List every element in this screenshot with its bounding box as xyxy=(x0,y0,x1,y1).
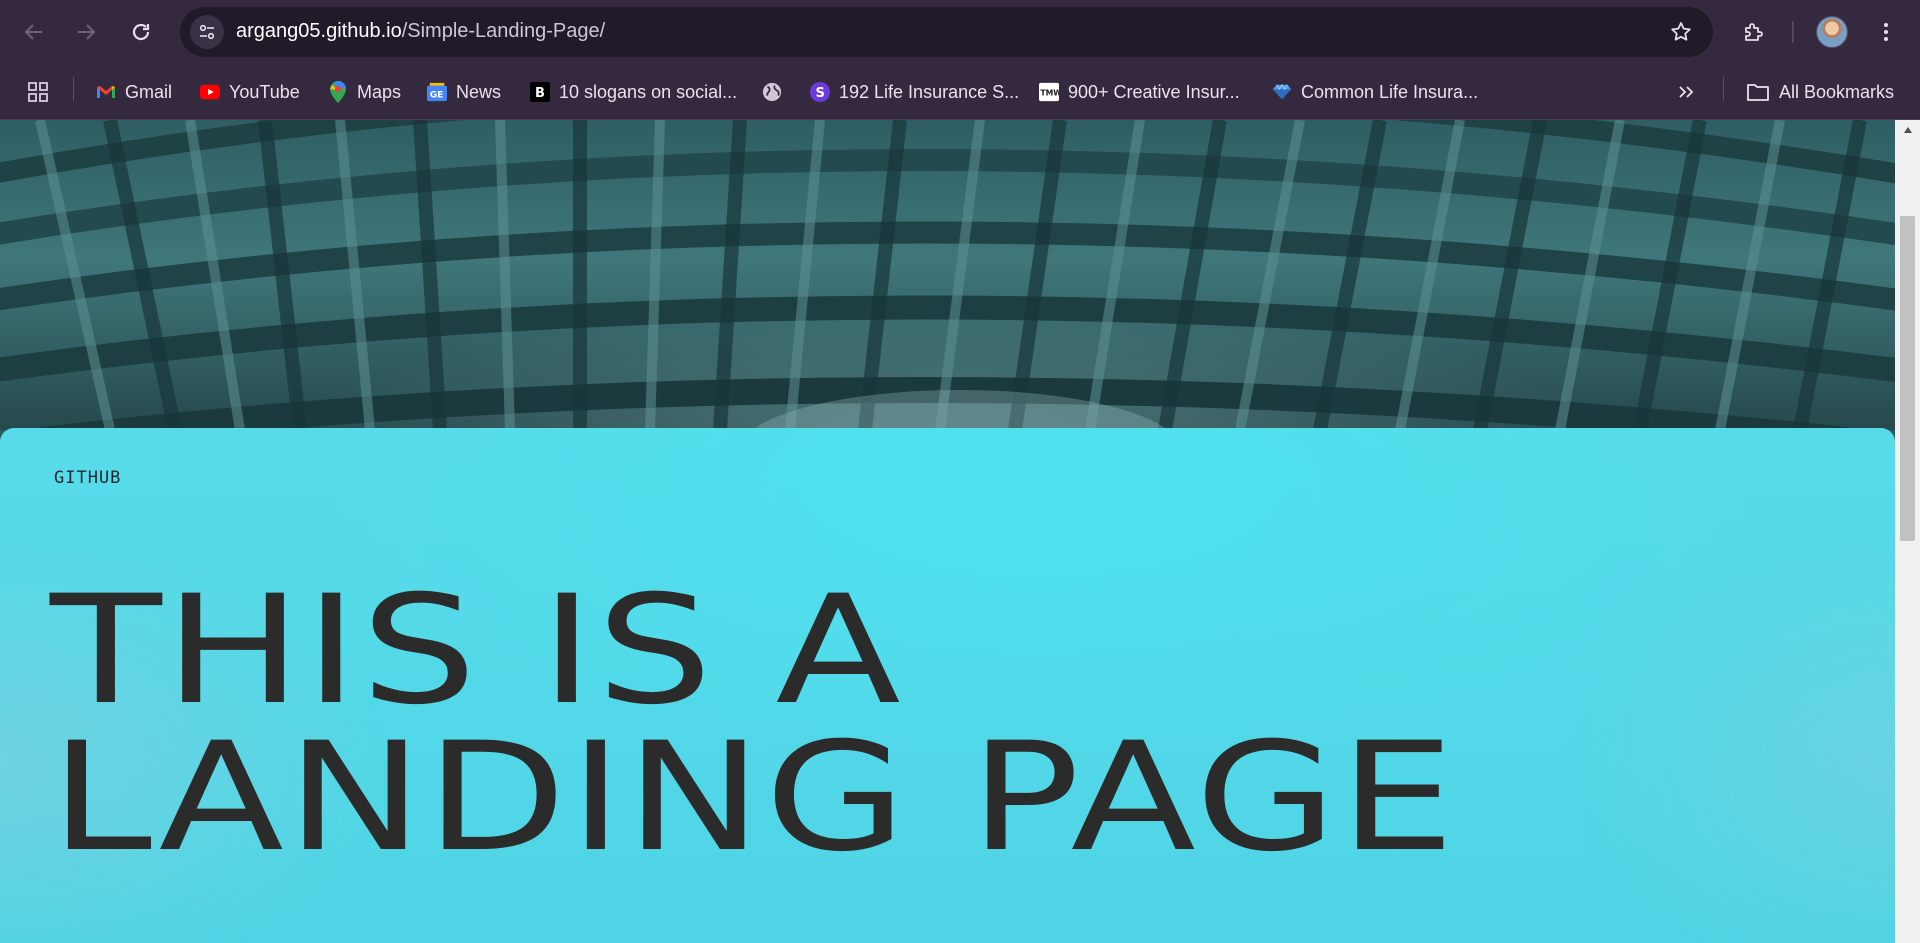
bookmark-globe[interactable] xyxy=(762,78,782,106)
maps-icon xyxy=(328,81,348,103)
puzzle-icon xyxy=(1745,23,1763,41)
b-logo-icon: B xyxy=(530,82,550,102)
gmail-icon xyxy=(96,82,116,102)
bookmark-label: Gmail xyxy=(125,81,173,102)
forward-button[interactable] xyxy=(68,14,104,50)
double-chevron-right-icon xyxy=(1676,82,1696,102)
landing-card: GITHUB THIS IS A LANDING PAGE xyxy=(0,428,1895,943)
headline-line-1: THIS IS A xyxy=(50,564,904,738)
bookmark-creative-insurance[interactable]: TMW 900+ Creative Insur... xyxy=(1039,78,1240,106)
url-host: argang05.github.io xyxy=(236,20,402,42)
bookmark-label: All Bookmarks xyxy=(1779,81,1895,102)
folder-icon xyxy=(1746,82,1770,102)
toolbar-divider xyxy=(1792,21,1794,43)
bookmark-label: News xyxy=(456,81,502,102)
bookmark-label: Common Life Insura... xyxy=(1301,81,1479,102)
reload-button[interactable] xyxy=(123,14,159,50)
bookmark-gmail[interactable]: Gmail xyxy=(96,78,172,106)
star-icon xyxy=(1671,22,1691,41)
bookmarks-divider xyxy=(73,77,74,101)
bookmark-label: YouTube xyxy=(229,81,300,102)
arched-ceiling-pattern xyxy=(0,120,1895,430)
bookmark-label: 10 slogans on social... xyxy=(559,81,738,102)
arrow-right-icon xyxy=(78,24,96,40)
gem-icon xyxy=(1272,82,1292,102)
bookmark-slogans[interactable]: B 10 slogans on social... xyxy=(530,78,737,106)
scrollbar-thumb[interactable] xyxy=(1900,216,1915,541)
bookmark-youtube[interactable]: YouTube xyxy=(200,78,300,106)
arrow-left-icon xyxy=(24,24,42,40)
url-text[interactable]: argang05.github.io/Simple-Landing-Page/ xyxy=(236,20,605,43)
bookmark-common-life[interactable]: Common Life Insura... xyxy=(1272,78,1478,106)
svg-text:B: B xyxy=(535,86,545,101)
bookmark-label: Maps xyxy=(357,81,402,102)
hero-architecture-image xyxy=(0,120,1895,430)
tune-icon xyxy=(199,24,215,40)
all-bookmarks-button[interactable]: All Bookmarks xyxy=(1746,78,1894,106)
more-vert-icon xyxy=(1884,23,1888,41)
bookmark-life-insurance[interactable]: S 192 Life Insurance S... xyxy=(810,78,1019,106)
bookmark-maps[interactable]: Maps xyxy=(328,78,401,106)
bookmark-star-button[interactable] xyxy=(1667,18,1695,46)
google-news-icon: GE xyxy=(427,82,447,102)
browser-toolbar: argang05.github.io/Simple-Landing-Page/ xyxy=(0,0,1920,64)
bookmark-label: 192 Life Insurance S... xyxy=(839,81,1020,102)
back-button[interactable] xyxy=(16,14,52,50)
caret-up-icon xyxy=(1903,127,1912,133)
apps-button[interactable] xyxy=(26,78,50,106)
headline-line-2: LANDING PAGE xyxy=(50,711,1458,885)
bookmark-label: 900+ Creative Insur... xyxy=(1068,81,1240,102)
svg-text:GE: GE xyxy=(430,90,444,100)
scroll-up-button[interactable] xyxy=(1895,120,1920,140)
url-path: /Simple-Landing-Page/ xyxy=(401,20,606,42)
more-bookmarks-button[interactable] xyxy=(1676,78,1696,106)
globe-icon xyxy=(762,82,782,102)
extensions-button[interactable] xyxy=(1735,14,1771,50)
site-info-button[interactable] xyxy=(190,15,224,49)
svg-text:S: S xyxy=(816,86,825,101)
browser-menu-button[interactable] xyxy=(1868,14,1904,50)
github-nav-link[interactable]: GITHUB xyxy=(54,468,121,488)
page-headline: THIS IS A LANDING PAGE xyxy=(50,564,1458,885)
page-viewport: GITHUB THIS IS A LANDING PAGE xyxy=(0,120,1895,943)
vertical-scrollbar[interactable] xyxy=(1895,120,1920,943)
profile-avatar[interactable] xyxy=(1816,16,1848,48)
tmw-logo-icon: TMW xyxy=(1039,82,1059,102)
apps-grid-icon xyxy=(26,80,50,104)
bookmark-news[interactable]: GE News xyxy=(427,78,501,106)
reload-icon xyxy=(132,23,150,41)
s-logo-icon: S xyxy=(810,82,830,102)
bookmarks-divider xyxy=(1723,77,1724,101)
address-bar[interactable]: argang05.github.io/Simple-Landing-Page/ xyxy=(180,7,1713,57)
svg-text:TMW: TMW xyxy=(1040,89,1059,98)
youtube-icon xyxy=(200,82,220,102)
